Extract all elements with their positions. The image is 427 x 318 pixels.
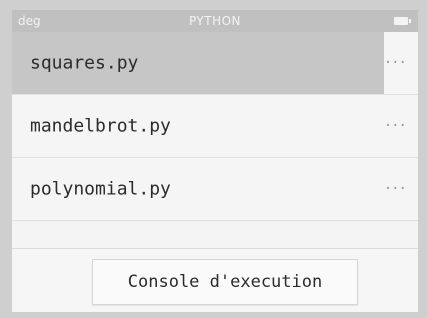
more-options-icon[interactable]: ··· [384,55,407,71]
script-name: squares.py [30,52,139,74]
script-name-cell[interactable]: polynomial.py [12,158,384,220]
console-button[interactable]: Console d'execution [92,259,358,305]
script-list: squares.py ··· mandelbrot.py ··· polynom… [12,32,418,221]
more-options-icon[interactable]: ··· [384,181,407,197]
script-name-cell[interactable]: mandelbrot.py [12,95,384,157]
calculator-device: deg PYTHON squares.py ··· mandelbrot.py … [0,0,427,318]
script-item-polynomial[interactable]: polynomial.py ··· [12,158,418,221]
script-item-mandelbrot[interactable]: mandelbrot.py ··· [12,95,418,158]
bottom-action-area: Console d'execution [12,248,418,312]
more-options-icon[interactable]: ··· [384,118,407,134]
script-name-cell[interactable]: squares.py [12,32,384,94]
battery-icon [394,17,411,25]
app-title: PYTHON [188,14,242,28]
script-name: mandelbrot.py [30,115,171,137]
script-name: polynomial.py [30,178,171,200]
calculator-screen: deg PYTHON squares.py ··· mandelbrot.py … [12,10,418,312]
status-bar: deg PYTHON [12,10,418,32]
script-item-squares[interactable]: squares.py ··· [12,32,418,95]
